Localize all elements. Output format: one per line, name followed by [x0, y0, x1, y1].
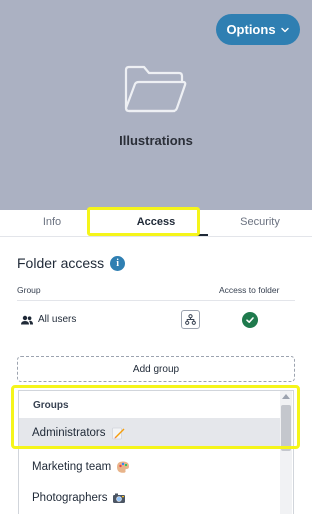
hierarchy-icon — [185, 314, 196, 325]
folder-header: Options Illustrations — [0, 0, 312, 210]
add-group-button[interactable]: Add group — [17, 356, 295, 382]
dropdown-item-photographers[interactable]: Photographers — [19, 483, 281, 513]
check-circle-icon — [242, 312, 258, 328]
users-icon — [21, 315, 33, 324]
options-label: Options — [226, 22, 276, 37]
dropdown-item-label: Marketing team — [32, 461, 112, 473]
folder-access-title: Folder access — [17, 255, 105, 271]
tab-security[interactable]: Security — [208, 210, 312, 236]
tab-access[interactable]: Access — [104, 210, 208, 236]
dropdown-item-label: Photographers — [32, 492, 108, 504]
groups-dropdown: Groups Administrators Marketing team Pho… — [18, 390, 294, 514]
camera-emoji-icon — [113, 493, 126, 503]
info-icon[interactable]: i — [110, 255, 126, 271]
dropdown-item-label: Administrators — [32, 427, 106, 439]
table-row: All users — [21, 314, 76, 325]
options-button[interactable]: Options — [216, 14, 300, 45]
folder-title: Illustrations — [119, 133, 193, 148]
tab-bar: Info Access Security — [0, 210, 312, 237]
folder-access-heading: Folder access i — [17, 255, 126, 271]
chevron-down-icon — [280, 27, 289, 32]
table-divider — [17, 300, 295, 301]
group-name: All users — [38, 314, 77, 325]
folder-icon — [124, 65, 187, 113]
permissions-button[interactable] — [181, 310, 200, 329]
dropdown-scrollbar[interactable] — [280, 391, 292, 514]
tab-info[interactable]: Info — [0, 210, 104, 236]
palette-emoji-icon — [117, 461, 130, 473]
column-header-group: Group — [17, 285, 41, 295]
scroll-thumb[interactable] — [281, 405, 291, 451]
pencil-emoji-icon — [111, 427, 124, 440]
dropdown-item-marketing-team[interactable]: Marketing team — [19, 452, 281, 482]
dropdown-header: Groups — [33, 400, 69, 411]
column-header-access: Access to folder — [219, 285, 280, 295]
scroll-up-arrow-icon[interactable] — [282, 394, 290, 399]
dropdown-item-administrators[interactable]: Administrators — [19, 418, 281, 448]
